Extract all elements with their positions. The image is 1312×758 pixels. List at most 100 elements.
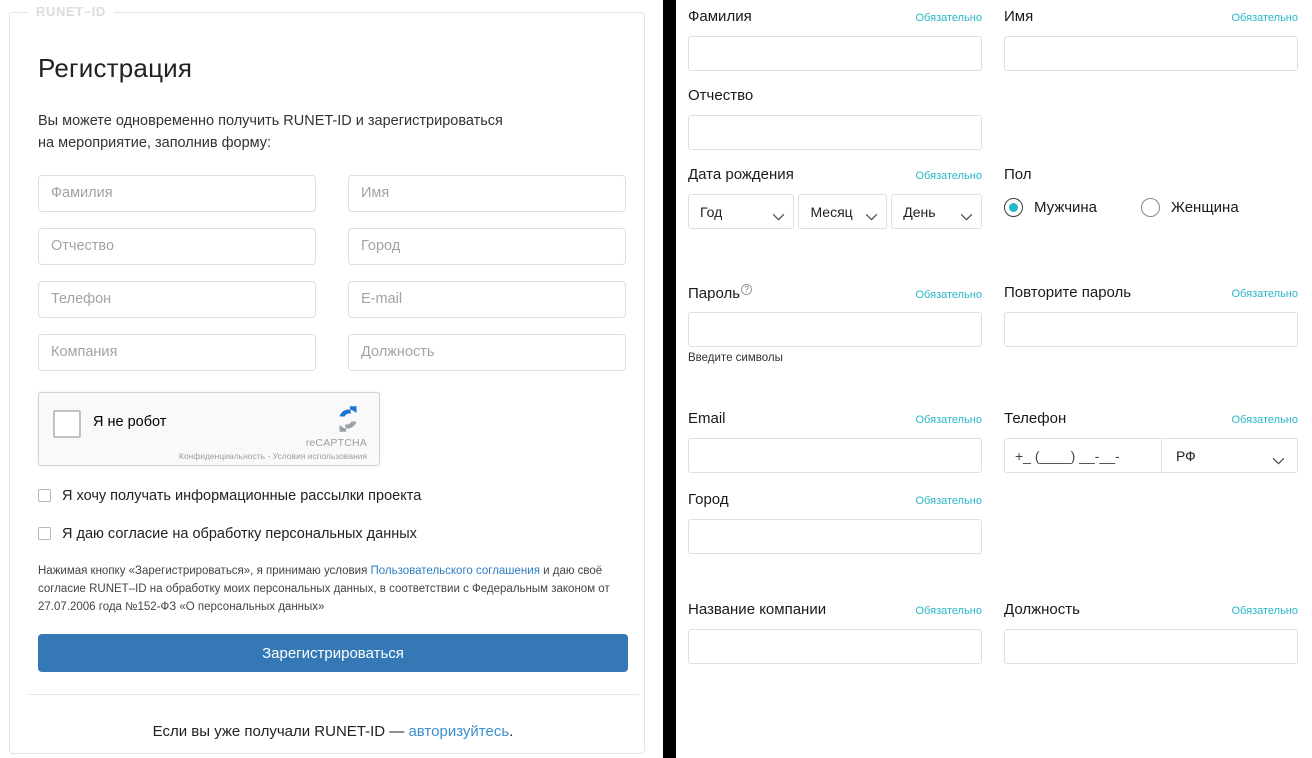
password-repeat-required-badge: Обязательно xyxy=(1231,288,1299,300)
birthdate-selects: Год Месяц День xyxy=(688,194,982,229)
firstname-required-badge: Обязательно xyxy=(1231,12,1299,24)
fieldset-legend: RUNET–ID xyxy=(28,4,114,19)
email-label: Email xyxy=(688,410,726,427)
field-group-middlename: Отчество xyxy=(688,87,982,150)
divider-line xyxy=(27,694,639,696)
company-row: Название компании Обязательно Должность … xyxy=(688,601,1298,664)
recaptcha-label: Я не робот xyxy=(93,413,167,430)
gender-female-radio[interactable] xyxy=(1141,198,1161,217)
login-prompt: Если вы уже получали RUNET-ID — авторизу… xyxy=(38,723,628,740)
right-registration-panel: Фамилия Обязательно Имя Обязательно Отче… xyxy=(676,0,1312,758)
field-group-position: Должность Обязательно xyxy=(1004,601,1298,664)
gender-male-radio[interactable] xyxy=(1004,198,1023,217)
field-group-birthdate: Дата рождения Обязательно Год Месяц День xyxy=(688,166,982,229)
password-label-text: Пароль xyxy=(688,285,741,302)
company-input[interactable] xyxy=(38,333,316,371)
birth-gender-row: Дата рождения Обязательно Год Месяц День… xyxy=(688,166,1294,229)
personal-data-label: Я даю согласие на обработку персональных… xyxy=(62,525,417,542)
runet-id-fieldset: RUNET–ID Регистрация Вы можете одновреме… xyxy=(9,4,645,754)
newsletter-label: Я хочу получать информационные рассылки … xyxy=(62,487,422,504)
field-group-password: Пароль? Обязательно Введите символы xyxy=(688,284,982,364)
company-field[interactable] xyxy=(688,629,982,664)
recaptcha-widget[interactable]: Я не робот reCAPTCHA Конфиденциальность … xyxy=(38,391,380,466)
birth-day-value: День xyxy=(903,203,936,220)
chevron-down-icon xyxy=(960,208,973,220)
page-title: Регистрация xyxy=(38,53,193,83)
gender-radio-group: Мужчина Женщина xyxy=(1004,198,1298,217)
city-field[interactable] xyxy=(688,519,982,554)
password-repeat-field[interactable] xyxy=(1004,312,1298,347)
city-required-badge: Обязательно xyxy=(915,495,983,507)
birth-month-value: Месяц xyxy=(810,203,853,220)
middlename-input[interactable] xyxy=(38,227,316,265)
intro-text: Вы можете одновременно получить RUNET-ID… xyxy=(38,110,628,155)
recaptcha-checkbox[interactable] xyxy=(53,409,81,438)
birth-year-value: Год xyxy=(700,203,723,220)
email-input[interactable] xyxy=(348,280,626,318)
left-registration-panel: RUNET–ID Регистрация Вы можете одновреме… xyxy=(0,0,663,758)
middlename-row: Отчество xyxy=(688,87,1294,150)
newsletter-checkbox-row[interactable]: Я хочу получать информационные рассылки … xyxy=(38,488,628,504)
position-field[interactable] xyxy=(1004,629,1298,664)
phone-input[interactable] xyxy=(38,280,316,318)
firstname-label: Имя xyxy=(1004,8,1034,25)
phone-country-value: РФ xyxy=(1176,447,1196,464)
lastname-input[interactable] xyxy=(38,174,316,212)
birth-year-select[interactable]: Год xyxy=(688,194,795,229)
city-input[interactable] xyxy=(348,227,626,265)
gender-female-label: Женщина xyxy=(1171,199,1239,216)
birthdate-label: Дата рождения xyxy=(688,166,794,183)
field-group-phone: Телефон Обязательно РФ xyxy=(1004,410,1298,473)
birthdate-required-badge: Обязательно xyxy=(915,170,983,182)
password-field[interactable] xyxy=(688,312,982,347)
lastname-field[interactable] xyxy=(688,36,982,71)
recaptcha-logo-icon xyxy=(331,402,365,436)
login-prompt-text: Если вы уже получали RUNET-ID — xyxy=(152,723,409,741)
name-row: Фамилия Обязательно Имя Обязательно xyxy=(688,8,1298,71)
city-row: Город Обязательно xyxy=(688,491,1294,554)
field-group-password-repeat: Повторите пароль Обязательно xyxy=(1004,284,1298,364)
register-submit-button[interactable]: Зарегистрироваться xyxy=(38,634,628,673)
chevron-down-icon xyxy=(772,208,785,220)
intro-line-1: Вы можете одновременно получить RUNET-ID… xyxy=(38,113,503,129)
password-row: Пароль? Обязательно Введите символы Повт… xyxy=(688,284,1298,364)
recaptcha-terms[interactable]: Конфиденциальность - Условия использован… xyxy=(179,451,367,461)
personal-data-checkbox-row[interactable]: Я даю согласие на обработку персональных… xyxy=(38,526,628,542)
field-group-city: Город Обязательно xyxy=(688,491,982,554)
field-group-gender: Пол Мужчина Женщина xyxy=(1004,166,1298,229)
personal-data-checkbox[interactable] xyxy=(38,527,51,541)
login-link[interactable]: авторизуйтесь xyxy=(408,723,509,740)
recaptcha-brand: reCAPTCHA xyxy=(305,436,367,449)
middlename-field[interactable] xyxy=(688,115,982,150)
phone-country-select[interactable]: РФ xyxy=(1162,438,1298,473)
birth-month-select[interactable]: Месяц xyxy=(798,194,888,229)
city-label: Город xyxy=(688,491,729,508)
legal-part-1: Нажимая кнопку «Зарегистрироваться», я п… xyxy=(38,564,371,577)
birth-day-select[interactable]: День xyxy=(891,194,982,229)
position-input[interactable] xyxy=(348,333,626,371)
chevron-down-icon xyxy=(1272,452,1285,464)
phone-field[interactable] xyxy=(1004,438,1162,473)
field-group-company: Название компании Обязательно xyxy=(688,601,982,664)
newsletter-checkbox[interactable] xyxy=(38,489,51,503)
panel-divider xyxy=(663,0,676,758)
left-fields-grid xyxy=(38,174,628,371)
email-field[interactable] xyxy=(688,438,982,473)
gender-male-label: Мужчина xyxy=(1034,199,1098,216)
field-group-email: Email Обязательно xyxy=(688,410,982,473)
question-mark-icon[interactable]: ? xyxy=(741,284,753,295)
firstname-field[interactable] xyxy=(1004,36,1298,71)
firstname-input[interactable] xyxy=(348,174,626,212)
intro-line-2: на мероприятие, заполнив форму: xyxy=(38,135,272,152)
chevron-down-icon xyxy=(865,208,878,220)
password-label: Пароль? xyxy=(688,284,753,302)
password-required-badge: Обязательно xyxy=(915,289,983,301)
email-phone-row: Email Обязательно Телефон Обязательно РФ xyxy=(688,410,1298,473)
phone-required-badge: Обязательно xyxy=(1231,414,1299,426)
field-group-firstname: Имя Обязательно xyxy=(1004,8,1298,71)
user-agreement-link[interactable]: Пользовательского соглашения xyxy=(371,565,540,577)
login-prompt-tail: . xyxy=(509,723,514,741)
registration-screen: RUNET–ID Регистрация Вы можете одновреме… xyxy=(0,0,1312,758)
company-label: Название компании xyxy=(688,601,827,618)
legal-text: Нажимая кнопку «Зарегистрироваться», я п… xyxy=(38,563,630,616)
